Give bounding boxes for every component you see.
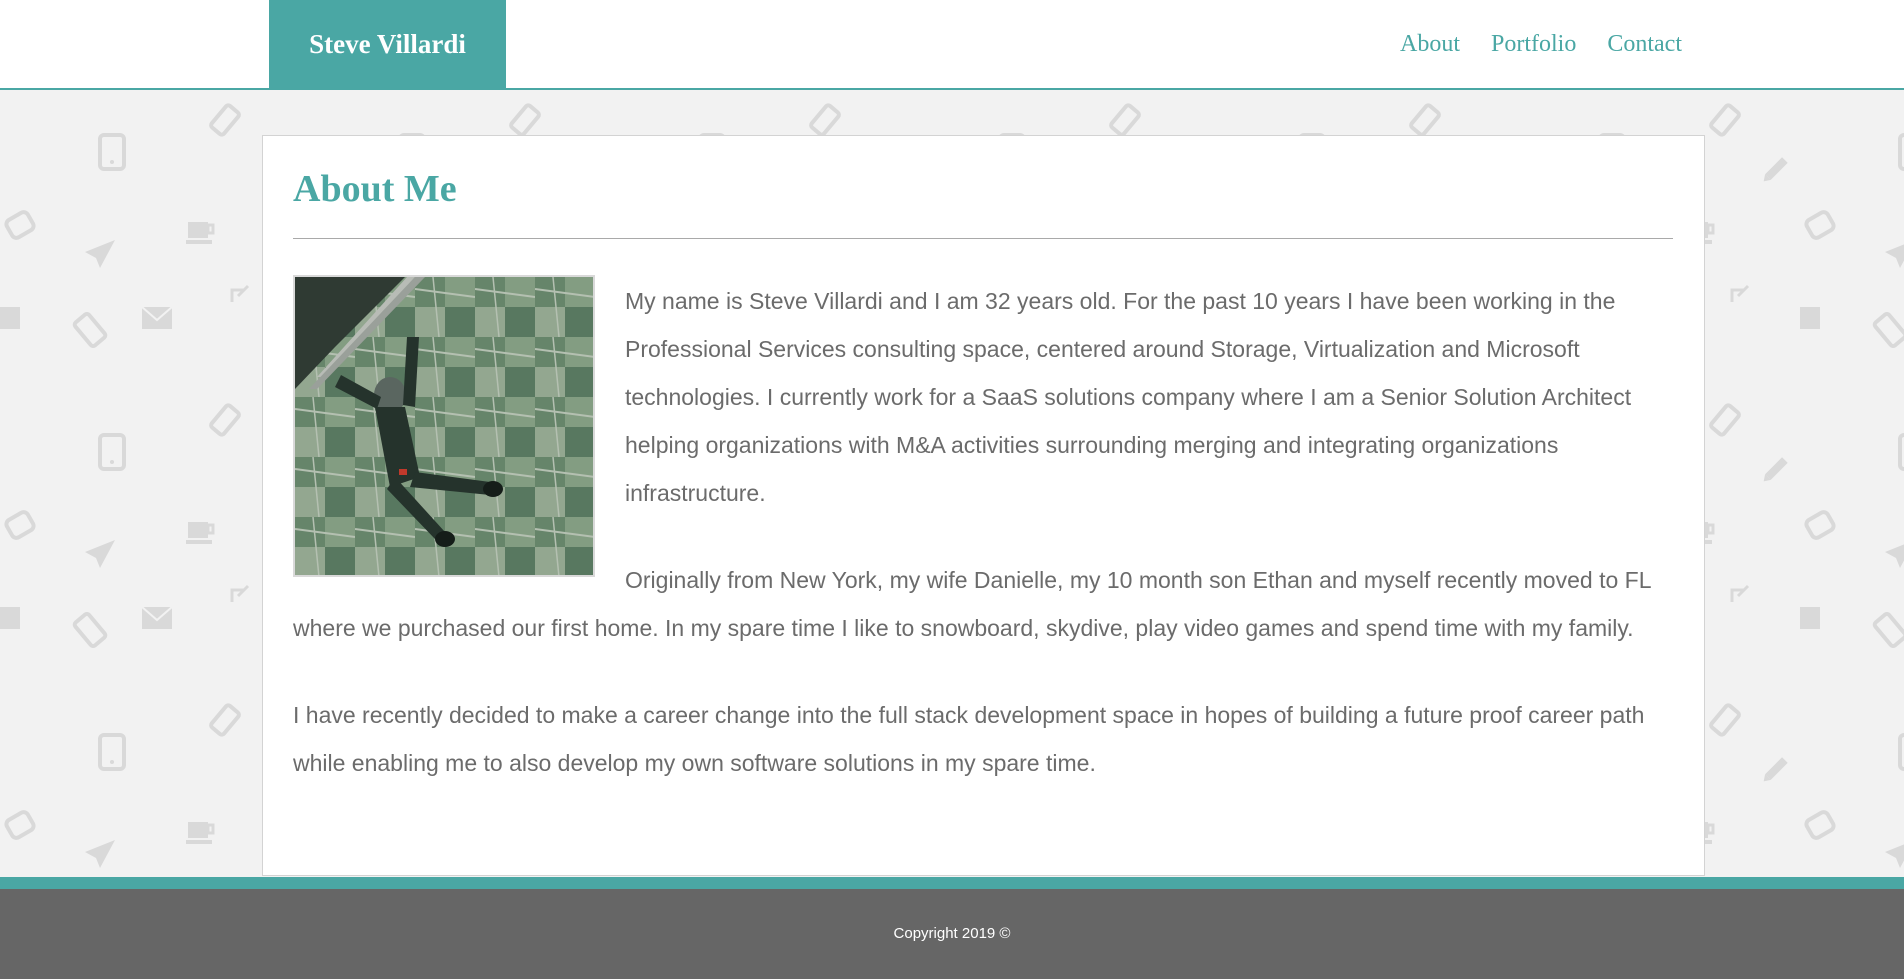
about-paragraph-3: I have recently decided to make a career…	[293, 701, 1645, 776]
nav-link-portfolio[interactable]: Portfolio	[1491, 31, 1576, 58]
main-nav: About Portfolio Contact	[1400, 0, 1682, 88]
page-title: About Me	[293, 168, 457, 210]
title-divider	[293, 237, 1673, 239]
site-header: Steve Villardi About Portfolio Contact	[0, 0, 1904, 90]
nav-link-contact[interactable]: Contact	[1607, 31, 1682, 58]
nav-link-about[interactable]: About	[1400, 31, 1460, 58]
brand-logo-link[interactable]: Steve Villardi	[269, 0, 506, 88]
skydiver-photo	[293, 274, 595, 577]
site-footer: Copyright 2019 ©	[0, 877, 1904, 979]
copyright-text: Copyright 2019 ©	[893, 924, 1011, 942]
about-body: My name is Steve Villardi and I am 32 ye…	[293, 274, 1674, 787]
about-card: About Me My name is Steve Villardi and I…	[262, 135, 1705, 876]
